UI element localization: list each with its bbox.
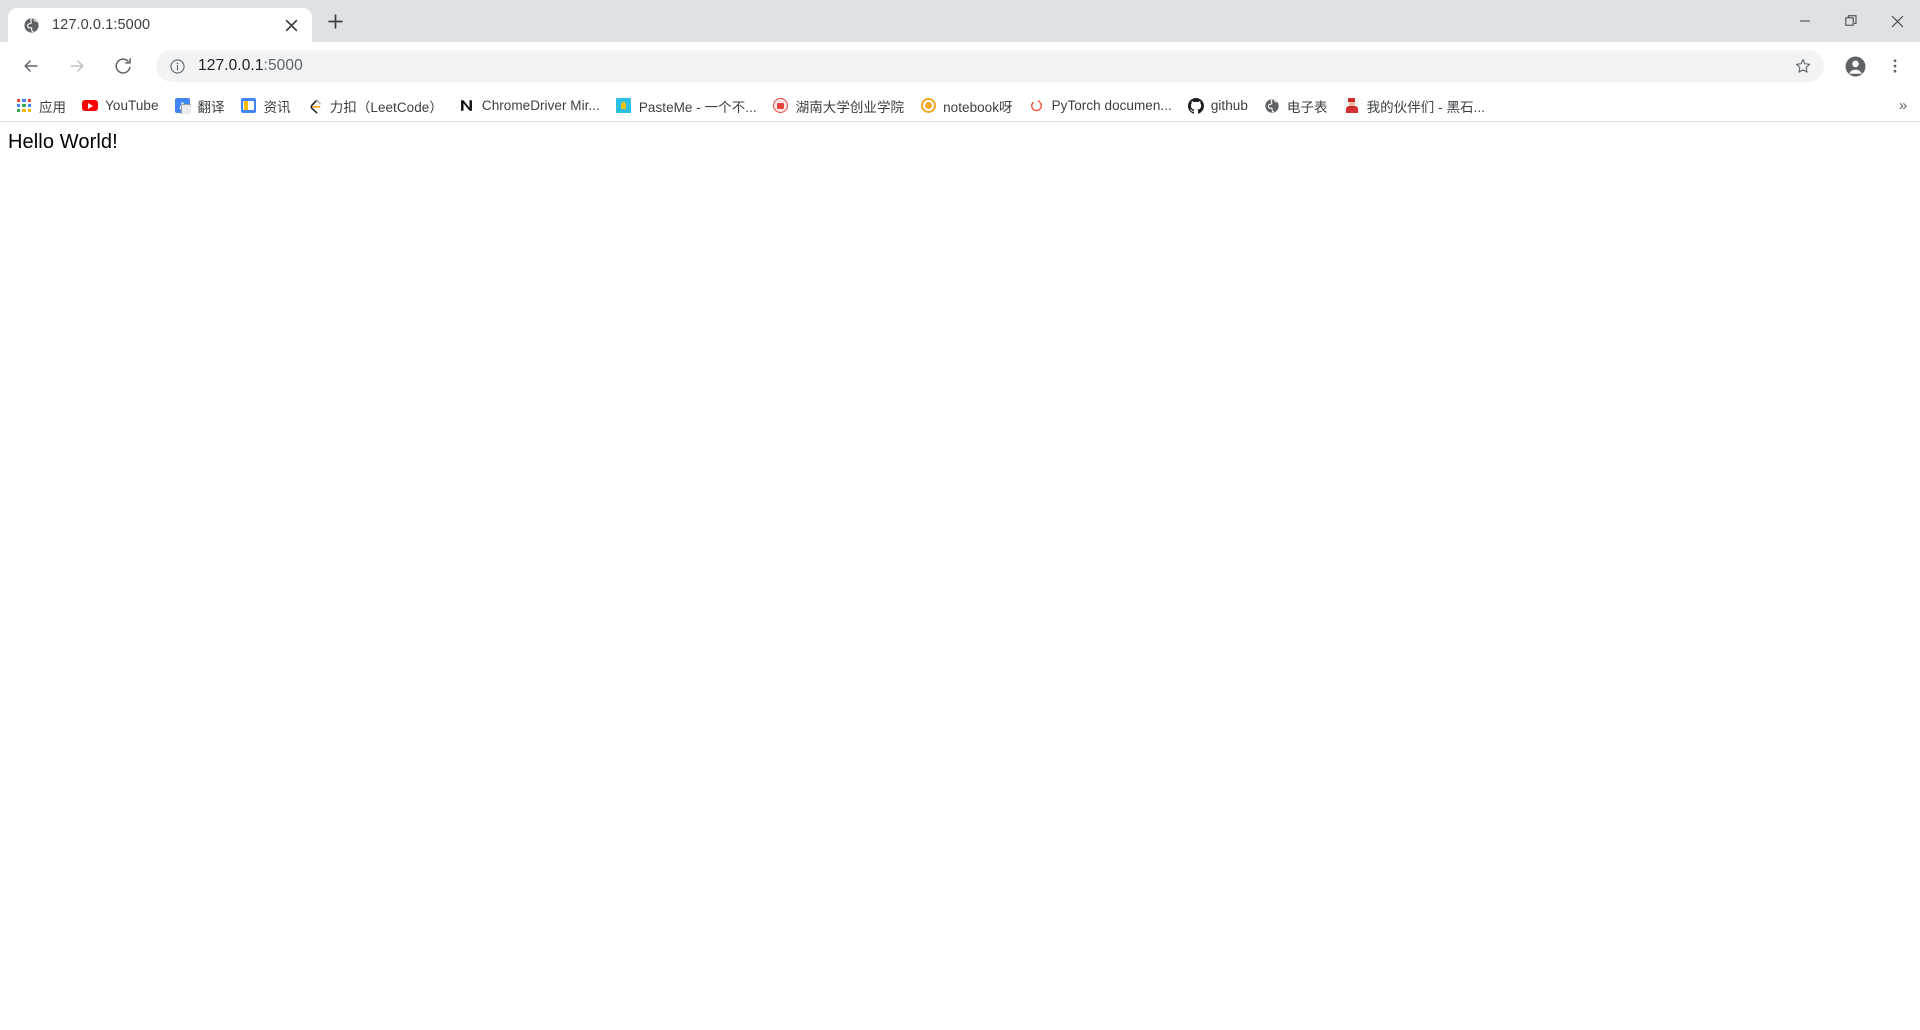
browser-toolbar: 127.0.0.1:5000 (0, 42, 1920, 90)
reload-button[interactable] (105, 48, 141, 84)
info-circle-icon[interactable] (166, 55, 188, 77)
back-button[interactable] (13, 48, 49, 84)
close-icon[interactable] (280, 14, 302, 36)
bookmark-label: 应用 (39, 99, 67, 115)
bookmark-partners[interactable]: 我的伙伴们 - 黑石... (1336, 94, 1493, 118)
bookmark-apps[interactable]: 应用 (8, 94, 74, 118)
address-bar-url: 127.0.0.1:5000 (198, 57, 1788, 75)
hnu-seal-icon (773, 98, 789, 114)
bookmark-label: 资讯 (263, 99, 291, 115)
address-bar[interactable]: 127.0.0.1:5000 (156, 50, 1824, 82)
new-tab-button[interactable] (318, 4, 352, 38)
apps-grid-icon (16, 98, 32, 114)
window-close-button[interactable] (1874, 0, 1920, 42)
bookmark-label: PasteMe - 一个不... (638, 99, 757, 115)
bookmark-star-icon[interactable] (1788, 51, 1818, 81)
bookmarks-bar: 应用 YouTube A 翻译 资讯 力扣（LeetCode） ChromeDr… (0, 90, 1920, 122)
browser-window: 127.0.0.1:5000 127.0.0.1:5000 应用 YouTube… (0, 0, 1920, 1030)
avatar-icon (1344, 98, 1360, 114)
tab-strip: 127.0.0.1:5000 (0, 0, 1920, 42)
bookmark-notebook[interactable]: notebook呀 (912, 94, 1021, 118)
profile-avatar-icon[interactable] (1838, 49, 1872, 83)
url-host: 127.0.0.1 (198, 57, 264, 74)
pytorch-flame-icon (1029, 98, 1045, 114)
page-viewport: Hello World! (0, 122, 1920, 1030)
url-path: :5000 (263, 57, 303, 74)
leetcode-icon (307, 98, 323, 114)
bookmark-hnu[interactable]: 湖南大学创业学院 (765, 94, 912, 118)
youtube-icon (82, 98, 99, 114)
google-news-icon (241, 98, 257, 114)
bookmark-label: YouTube (105, 98, 159, 113)
bookmark-leetcode[interactable]: 力扣（LeetCode） (299, 94, 451, 118)
bookmark-label: 力扣（LeetCode） (329, 99, 443, 115)
globe-icon (1264, 98, 1280, 114)
chromedriver-n-icon (459, 98, 475, 114)
google-translate-icon: A (175, 98, 191, 114)
browser-tab[interactable]: 127.0.0.1:5000 (8, 8, 312, 42)
bookmark-github[interactable]: github (1180, 94, 1256, 118)
bookmark-spreadsheet[interactable]: 电子表 (1256, 94, 1336, 118)
bookmark-label: 翻译 (197, 99, 225, 115)
window-controls (1782, 0, 1920, 42)
bookmark-news[interactable]: 资讯 (233, 94, 299, 118)
tab-title: 127.0.0.1:5000 (52, 17, 151, 33)
bookmark-label: notebook呀 (943, 99, 1013, 115)
page-content: Hello World! (8, 130, 1912, 154)
globe-icon (22, 16, 40, 34)
bookmarks-overflow-icon[interactable]: » (1892, 94, 1914, 118)
bookmark-pasteme[interactable]: PasteMe - 一个不... (608, 94, 765, 118)
bookmark-chromedriver[interactable]: ChromeDriver Mir... (451, 94, 608, 118)
notebook-circle-icon (920, 98, 936, 114)
minimize-button[interactable] (1782, 0, 1828, 42)
forward-button[interactable] (59, 48, 95, 84)
bookmark-label: 电子表 (1286, 99, 1328, 115)
bookmark-label: github (1210, 98, 1248, 113)
github-icon (1187, 97, 1204, 114)
bookmark-translate[interactable]: A 翻译 (167, 94, 233, 118)
maximize-restore-button[interactable] (1828, 0, 1874, 42)
page-heading: Hello World! (8, 131, 118, 153)
bookmark-label: PyTorch documen... (1051, 98, 1172, 113)
bookmark-youtube[interactable]: YouTube (74, 94, 166, 118)
bookmark-pytorch[interactable]: PyTorch documen... (1021, 94, 1180, 118)
pasteme-lock-icon (616, 98, 632, 114)
bookmark-label: 湖南大学创业学院 (795, 99, 905, 115)
bookmark-label: ChromeDriver Mir... (481, 98, 600, 113)
bookmark-label: 我的伙伴们 - 黑石... (1366, 99, 1485, 115)
chrome-menu-icon[interactable] (1878, 49, 1912, 83)
